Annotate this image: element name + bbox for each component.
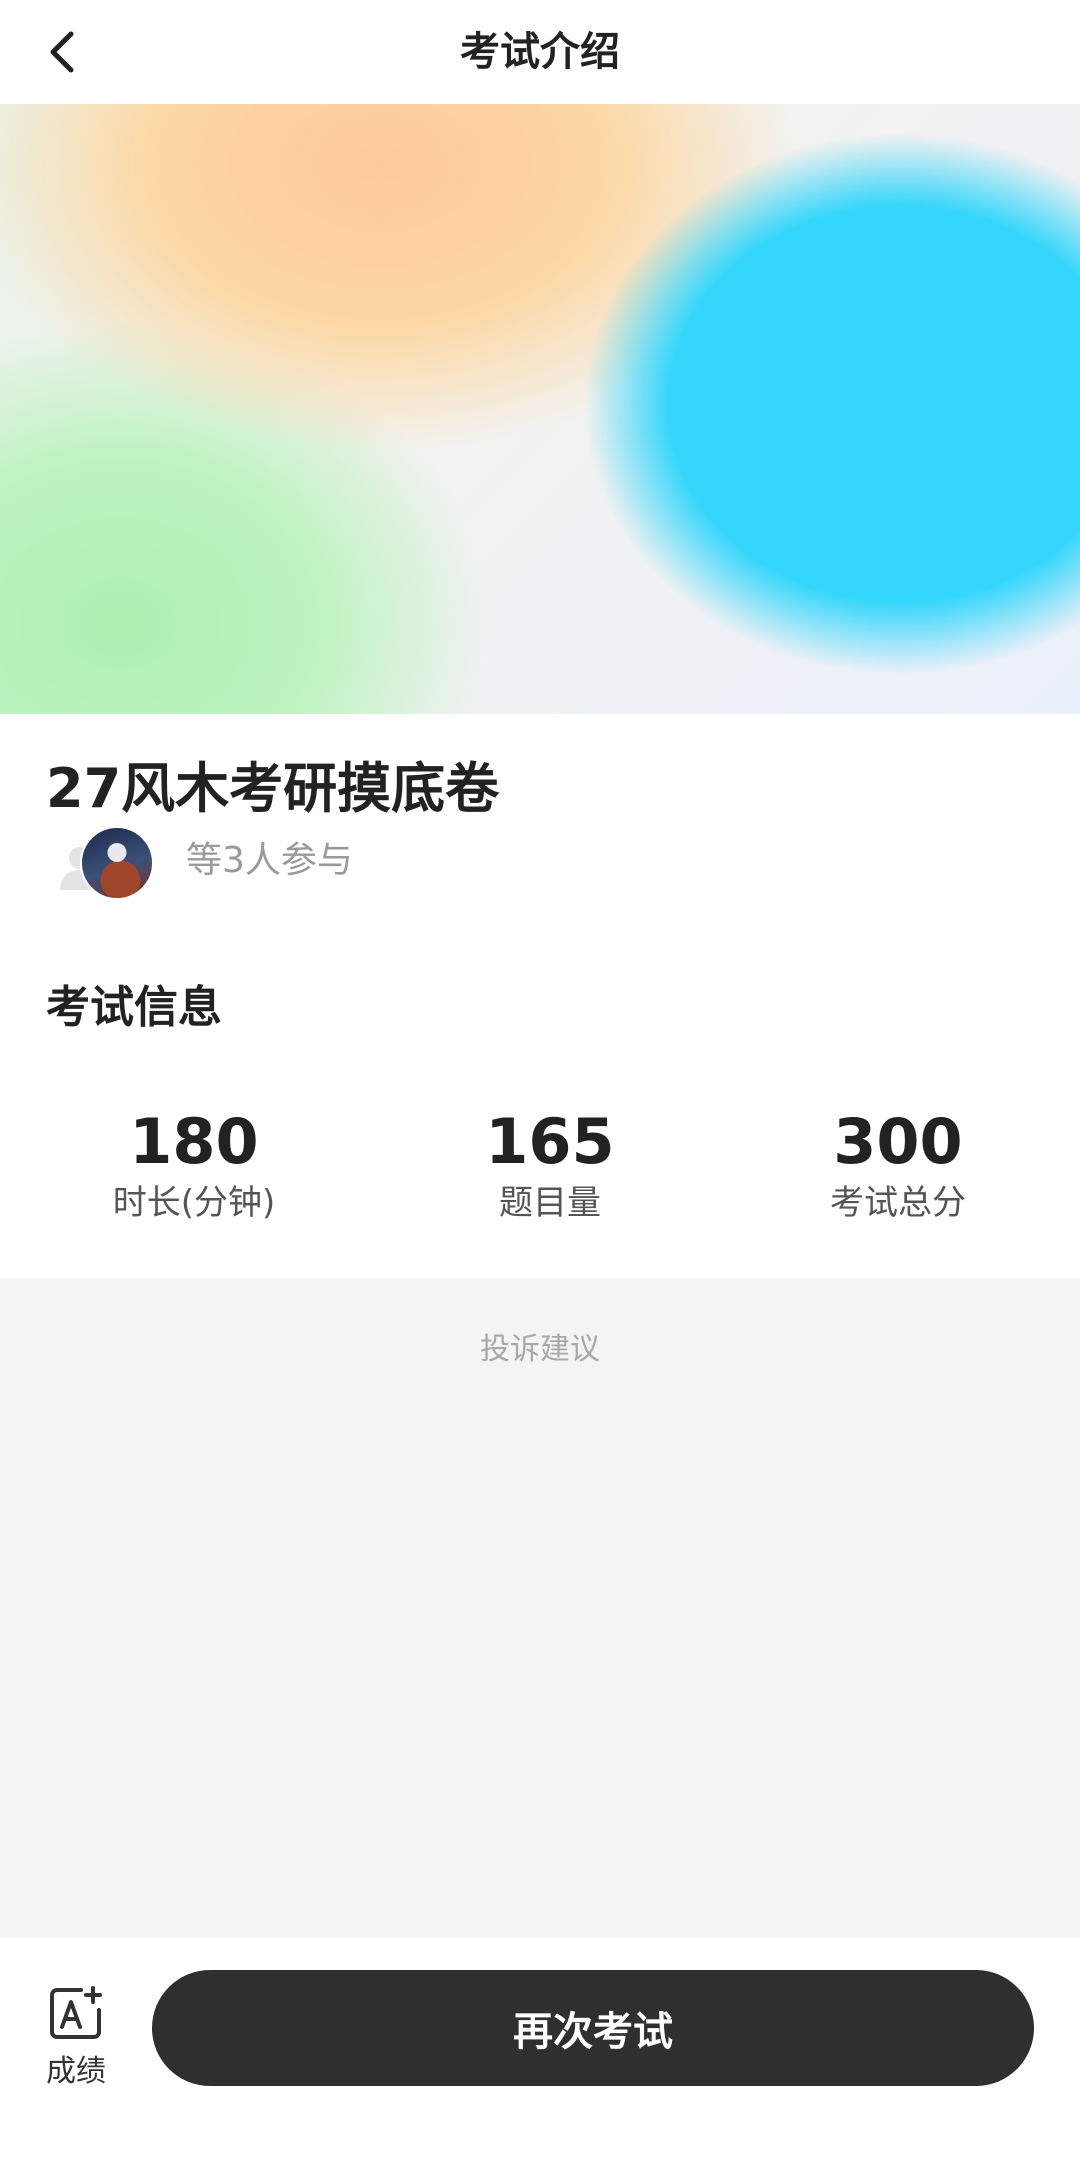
complaint-link[interactable]: 投诉建议 <box>0 1326 1080 1374</box>
stat-total-score: 300 考试总分 <box>748 1104 1048 1226</box>
score-card-icon <box>50 1986 102 2039</box>
stat-label: 题目量 <box>499 1183 601 1223</box>
stat-value: 180 <box>129 1105 259 1178</box>
exam-info-card: 27风木考研摸底卷 等3人参与 考试信息 180 时长(分钟) 165 题目量 … <box>0 714 1080 1278</box>
page-title: 考试介绍 <box>460 29 620 75</box>
stat-label: 时长(分钟) <box>112 1183 276 1223</box>
stat-question-count: 165 题目量 <box>400 1104 700 1226</box>
retake-exam-label: 再次考试 <box>513 2009 673 2055</box>
exam-title: 27风木考研摸底卷 <box>46 757 500 820</box>
exam-stats: 180 时长(分钟) 165 题目量 300 考试总分 <box>0 1104 1080 1244</box>
avatar <box>80 826 154 900</box>
score-button[interactable]: 成绩 <box>40 1984 112 2104</box>
stat-duration: 180 时长(分钟) <box>44 1104 344 1226</box>
bottom-action-bar: 成绩 再次考试 <box>0 1938 1080 2157</box>
participants-count: 等3人参与 <box>186 840 353 881</box>
stat-value: 165 <box>485 1105 615 1178</box>
top-nav-bar: 考试介绍 <box>0 0 1080 104</box>
section-title-exam-info: 考试信息 <box>46 982 222 1033</box>
participant-avatars <box>56 826 156 900</box>
exam-cover-banner <box>0 104 1080 714</box>
stat-value: 300 <box>833 1105 963 1178</box>
score-label: 成绩 <box>46 2054 106 2089</box>
retake-exam-button[interactable]: 再次考试 <box>152 1970 1034 2086</box>
exam-intro-page: 考试介绍 27风木考研摸底卷 等3人参与 考试信息 180 时长(分钟) 165… <box>0 0 1080 2157</box>
stat-label: 考试总分 <box>830 1183 966 1223</box>
